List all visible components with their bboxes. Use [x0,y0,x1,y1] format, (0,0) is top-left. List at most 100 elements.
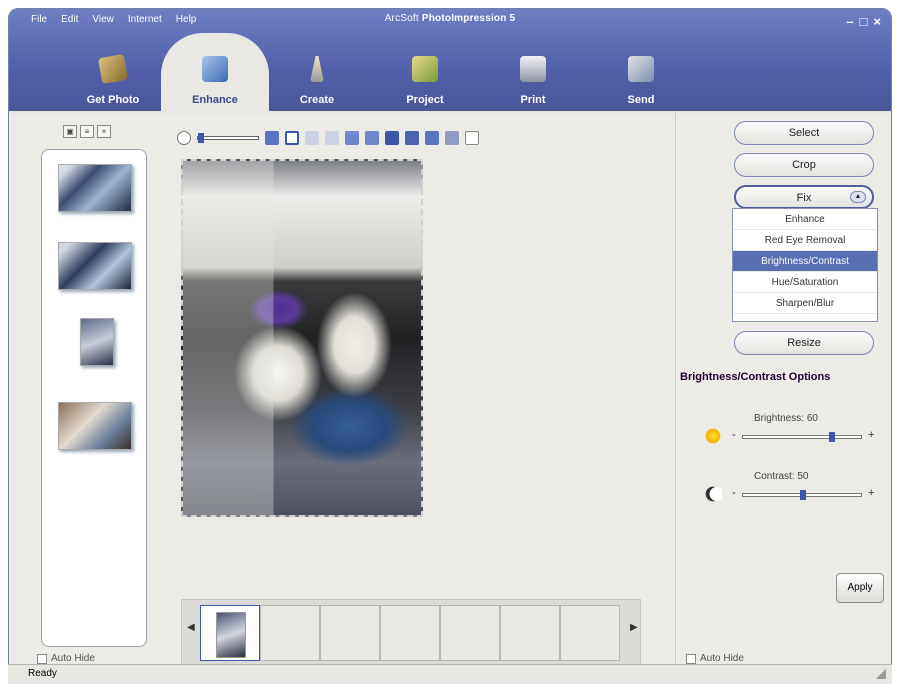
crop-button[interactable]: Crop [734,153,874,177]
copy-icon[interactable] [265,131,279,145]
photo-thumbnail[interactable] [58,402,132,450]
camera-icon [97,53,129,85]
close-panel-icon[interactable]: × [97,125,111,138]
fix-menu-item-hue-saturation[interactable]: Hue/Saturation [733,272,877,293]
autohide-checkbox[interactable] [686,653,696,664]
close-image-icon[interactable] [465,131,479,145]
tab-label: Get Photo [86,94,140,106]
image-canvas [177,155,669,603]
minimize-button[interactable]: – [846,14,853,29]
resize-grip-icon[interactable] [876,669,886,679]
undo-icon[interactable] [305,131,319,145]
brightness-value: 60 [806,413,818,424]
resize-button[interactable]: Resize [734,331,874,355]
enhance-icon [202,56,228,82]
contrast-slider-thumb[interactable] [800,490,806,500]
contrast-minus[interactable]: - [732,487,736,499]
contrast-plus[interactable]: + [868,487,874,499]
status-bar: Ready [8,664,892,684]
rotate-left-icon[interactable] [345,131,359,145]
redo-icon[interactable] [325,131,339,145]
flip-icon[interactable] [385,131,399,145]
zoom-slider-thumb[interactable] [198,133,204,143]
fix-menu-item-sharpen-blur[interactable]: Sharpen/Blur [733,293,877,314]
select-button[interactable]: Select [734,121,874,145]
filmstrip-next-icon[interactable]: ▶ [630,622,638,633]
autohide-checkbox[interactable] [37,653,47,664]
main-tabs: Get Photo Enhance Create Project Print S… [59,33,695,111]
photo-thumbnail[interactable] [58,242,132,290]
app-window: File Edit View Internet Help ArcSoft Pho… [8,8,892,684]
app-title-name: PhotoImpression 5 [421,13,516,24]
close-button[interactable]: × [873,14,881,29]
fix-menu-item-brightness-contrast[interactable]: Brightness/Contrast [733,251,877,272]
tab-label: Send [627,94,655,106]
filmstrip-cell[interactable] [260,605,320,661]
app-title-prefix: ArcSoft [384,13,419,24]
filmstrip-prev-icon[interactable]: ◀ [187,622,195,633]
trash-icon[interactable] [445,131,459,145]
tools-panel: Select Crop Fix ▲ Enhance Red Eye Remova… [675,113,891,683]
filmstrip-cell[interactable] [380,605,440,661]
tab-label: Create [299,94,335,106]
fix-menu-item-red-eye[interactable]: Red Eye Removal [733,230,877,251]
filmstrip-cell[interactable] [500,605,560,661]
tab-get-photo[interactable]: Get Photo [59,33,167,111]
tab-project[interactable]: Project [371,33,479,111]
large-thumbnails-icon[interactable]: ▣ [63,125,77,138]
brightness-label: Brightness: 60 [754,413,818,424]
send-icon [628,56,654,82]
contrast-value: 50 [797,471,809,482]
photo-thumbnail[interactable] [58,164,132,212]
printer-icon [520,56,546,82]
edited-photo[interactable] [181,159,423,517]
contrast-slider[interactable] [742,490,862,500]
filmstrip-cell[interactable] [560,605,620,661]
sun-icon [704,427,722,445]
list-view-icon[interactable]: ≡ [80,125,94,138]
filmstrip-cell[interactable] [320,605,380,661]
filmstrip-cell[interactable] [440,605,500,661]
filmstrip-cells [200,605,620,661]
maximize-button[interactable]: □ [860,14,868,29]
photo-thumbnail[interactable] [80,318,114,366]
tab-send[interactable]: Send [587,33,695,111]
app-title: ArcSoft PhotoImpression 5 [9,13,891,24]
autohide-label: Auto Hide [51,653,95,664]
zoom-icon [177,131,191,145]
left-autohide[interactable]: Auto Hide [37,653,95,664]
page-icon[interactable] [285,131,299,145]
fix-menu: Enhance Red Eye Removal Brightness/Contr… [732,208,878,322]
options-title: Brightness/Contrast Options [680,371,831,383]
brightness-slider-thumb[interactable] [828,432,835,442]
tab-enhance[interactable]: Enhance [161,33,269,111]
brightness-slider[interactable] [742,432,862,442]
window-controls: – □ × [846,14,881,29]
brightness-control: Brightness: 60 - + [704,413,884,453]
thumbnail-panel: ▣ ≡ × Auto Hide [31,121,147,664]
tab-label: Enhance [192,94,238,106]
edit-toolbar [177,127,479,149]
autohide-label: Auto Hide [700,653,744,664]
filmstrip-cell[interactable] [200,605,260,661]
chevron-up-icon[interactable]: ▲ [850,191,866,203]
title-bar: File Edit View Internet Help ArcSoft Pho… [9,9,891,113]
project-icon [412,56,438,82]
create-icon [310,56,324,82]
thumbnail-list [41,149,147,647]
rotate-right-icon[interactable] [365,131,379,145]
fix-menu-item-enhance[interactable]: Enhance [733,209,877,230]
move-icon[interactable] [405,131,419,145]
brightness-plus[interactable]: + [868,429,874,441]
tab-label: Project [406,94,444,106]
contrast-label: Contrast: 50 [754,471,809,482]
right-autohide[interactable]: Auto Hide [686,653,744,664]
tab-create[interactable]: Create [263,33,371,111]
fix-button[interactable]: Fix ▲ [734,185,874,209]
apply-button[interactable]: Apply [836,573,884,603]
tab-label: Print [520,94,546,106]
save-icon[interactable] [425,131,439,145]
tab-print[interactable]: Print [479,33,587,111]
brightness-minus[interactable]: - [732,429,736,441]
zoom-slider[interactable] [197,133,259,143]
